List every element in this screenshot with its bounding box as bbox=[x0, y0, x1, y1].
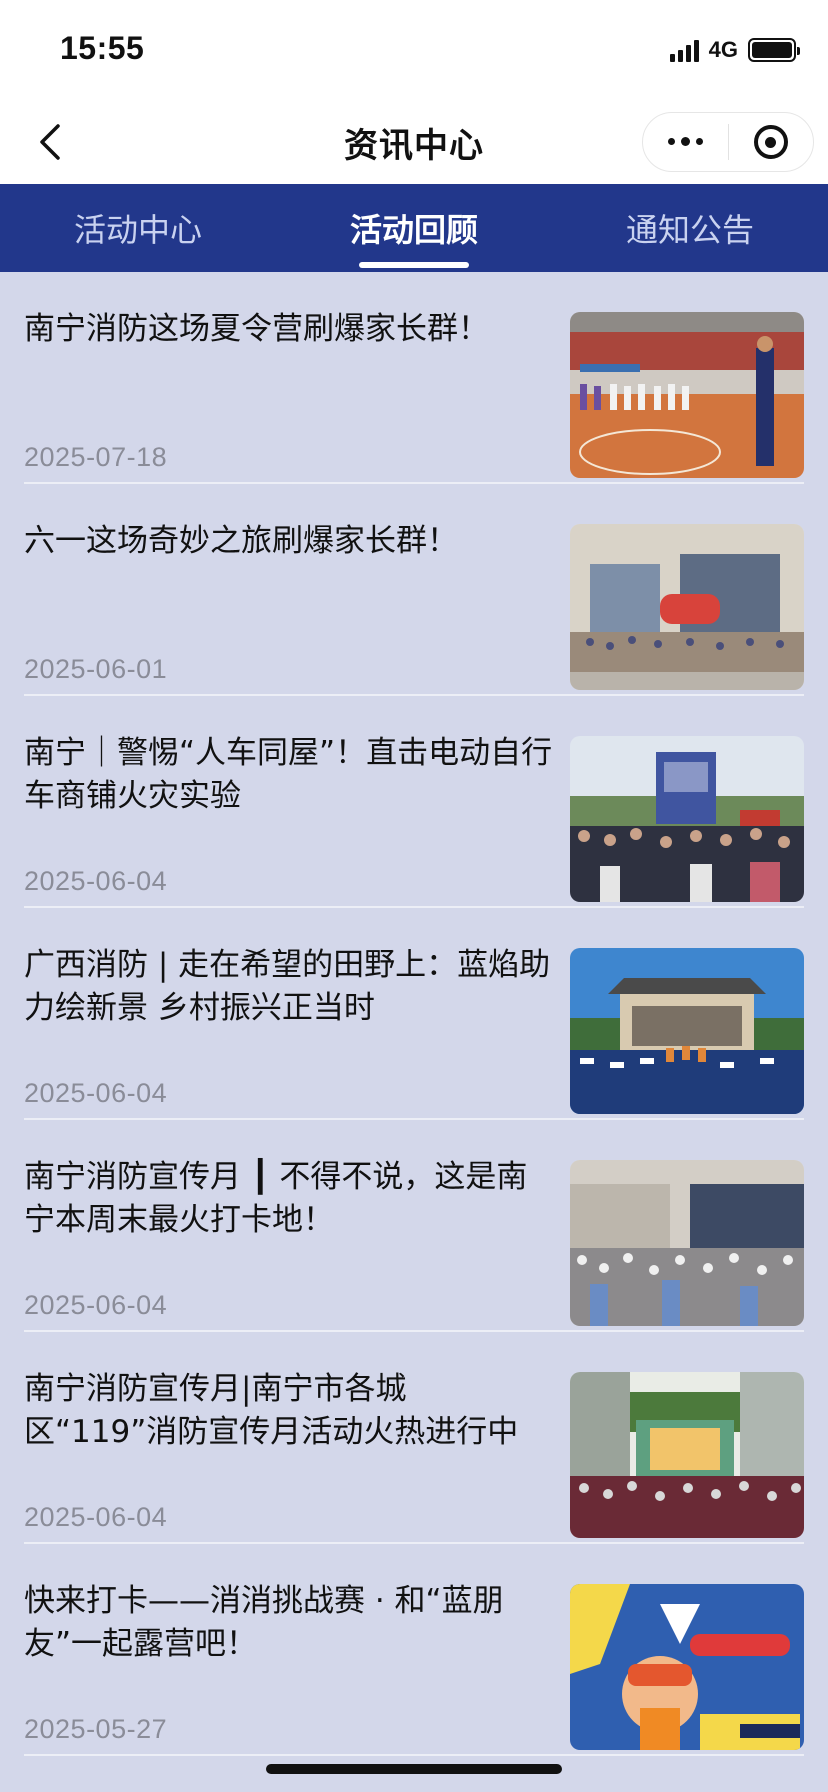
mini-program-capsule bbox=[642, 112, 814, 172]
article-item[interactable]: 南宁消防宣传月 ┃ 不得不说，这是南宁本周末最火打卡地！ 2025-06-04 bbox=[24, 1120, 804, 1332]
tab-label: 通知公告 bbox=[625, 211, 754, 249]
article-item[interactable]: 南宁消防宣传月|南宁市各城区“119”消防宣传月活动火热进行中 2025-06-… bbox=[24, 1332, 804, 1544]
status-time: 15:55 bbox=[60, 30, 145, 66]
article-title: 六一这场奇妙之旅刷爆家长群！ bbox=[24, 523, 458, 559]
active-tab-indicator bbox=[359, 262, 469, 268]
tab-bar: 活动中心 活动回顾 通知公告 bbox=[0, 184, 828, 272]
article-date: 2025-06-04 bbox=[24, 1078, 168, 1108]
article-thumbnail bbox=[570, 1160, 804, 1326]
more-button[interactable] bbox=[643, 113, 728, 171]
status-bar: 15:55 4G bbox=[0, 0, 828, 100]
article-date: 2025-06-04 bbox=[24, 1502, 168, 1532]
article-date: 2025-06-04 bbox=[24, 866, 168, 896]
tab-activity-review[interactable]: 活动回顾 bbox=[276, 184, 552, 272]
article-thumbnail bbox=[570, 736, 804, 902]
network-type: 4G bbox=[708, 37, 738, 62]
tab-label: 活动回顾 bbox=[349, 211, 478, 249]
article-title: 南宁消防宣传月|南宁市各城区“119”消防宣传月活动火热进行中 bbox=[24, 1371, 519, 1450]
cellular-signal-icon bbox=[669, 38, 699, 62]
article-item[interactable]: 南宁消防这场夏令营刷爆家长群！ 2025-07-18 bbox=[24, 272, 804, 484]
article-item[interactable]: 快来打卡——消消挑战赛 · 和“蓝朋友”一起露营吧！ 2025-05-27 bbox=[24, 1544, 804, 1756]
close-mini-program-button[interactable] bbox=[729, 113, 814, 171]
article-title: 广西消防 | 走在希望的田野上：蓝焰助力绘新景 乡村振兴正当时 bbox=[24, 947, 551, 1026]
status-indicators: 4G bbox=[669, 36, 800, 64]
battery-icon bbox=[748, 38, 800, 62]
article-date: 2025-07-18 bbox=[24, 442, 168, 472]
nav-bar: 资讯中心 bbox=[0, 100, 828, 184]
article-date: 2025-05-27 bbox=[24, 1714, 168, 1744]
article-item[interactable]: 南宁｜警惕“人车同屋”！直击电动自行车商铺火灾实验 2025-06-04 bbox=[24, 696, 804, 908]
more-dots-icon bbox=[667, 137, 703, 146]
article-list: 南宁消防这场夏令营刷爆家长群！ 2025-07-18 六一这场奇妙之旅刷爆家长群… bbox=[24, 272, 804, 1756]
article-date: 2025-06-01 bbox=[24, 654, 168, 684]
article-item[interactable]: 六一这场奇妙之旅刷爆家长群！ 2025-06-01 bbox=[24, 484, 804, 696]
article-title: 南宁｜警惕“人车同屋”！直击电动自行车商铺火灾实验 bbox=[24, 735, 553, 814]
article-thumbnail bbox=[570, 948, 804, 1114]
article-thumbnail bbox=[570, 312, 804, 478]
article-item[interactable]: 广西消防 | 走在希望的田野上：蓝焰助力绘新景 乡村振兴正当时 2025-06-… bbox=[24, 908, 804, 1120]
article-thumbnail bbox=[570, 524, 804, 690]
article-title: 快来打卡——消消挑战赛 · 和“蓝朋友”一起露营吧！ bbox=[24, 1583, 504, 1662]
article-thumbnail bbox=[570, 1372, 804, 1538]
article-date: 2025-06-04 bbox=[24, 1290, 168, 1320]
tab-label: 活动中心 bbox=[73, 211, 202, 249]
article-thumbnail bbox=[570, 1584, 804, 1750]
article-title: 南宁消防这场夏令营刷爆家长群！ bbox=[24, 311, 489, 347]
tab-notices[interactable]: 通知公告 bbox=[552, 184, 828, 272]
article-title: 南宁消防宣传月 ┃ 不得不说，这是南宁本周末最火打卡地！ bbox=[24, 1159, 528, 1238]
target-icon bbox=[753, 125, 788, 159]
home-indicator bbox=[266, 1764, 562, 1774]
tab-activity-center[interactable]: 活动中心 bbox=[0, 184, 276, 272]
